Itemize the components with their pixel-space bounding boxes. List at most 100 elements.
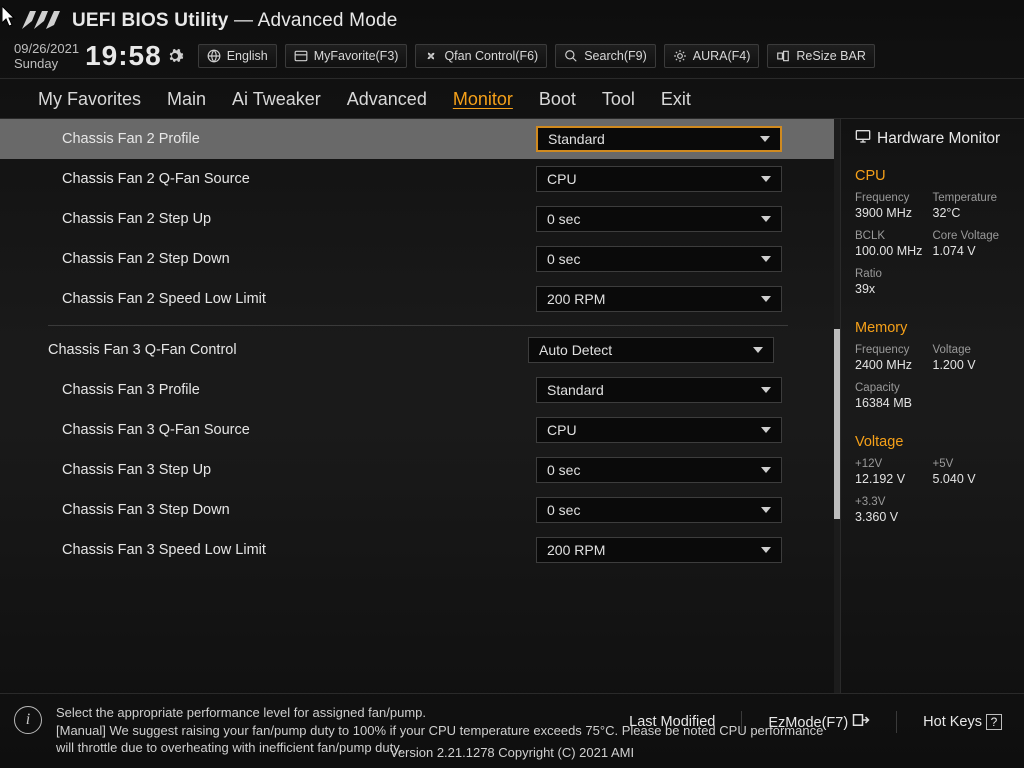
- resizebar-button[interactable]: ReSize BAR: [767, 44, 874, 68]
- tab-my-favorites[interactable]: My Favorites: [38, 89, 141, 110]
- chevron-down-icon: [761, 427, 771, 433]
- tab-advanced[interactable]: Advanced: [347, 89, 427, 110]
- hwmon-value: 32°C: [933, 206, 1011, 220]
- tab-boot[interactable]: Boot: [539, 89, 576, 110]
- divider: [48, 325, 788, 326]
- main-tabbar: My Favorites Main Ai Tweaker Advanced Monito…: [0, 79, 1024, 119]
- hwmon-key: Frequency: [855, 344, 933, 356]
- dropdown-value: 200 RPM: [547, 542, 605, 558]
- hwmon-key: Capacity: [855, 382, 933, 394]
- hwmon-value: 2400 MHz: [855, 358, 933, 372]
- fan-icon: [424, 49, 438, 63]
- hwmon-cell: BCLK 100.00 MHz: [855, 230, 933, 258]
- setting-dropdown[interactable]: Standard: [536, 126, 782, 152]
- chevron-down-icon: [761, 547, 771, 553]
- setting-row[interactable]: Chassis Fan 2 ProfileStandard: [0, 119, 840, 159]
- hwmon-cell: Frequency 2400 MHz: [855, 344, 933, 372]
- setting-label: Chassis Fan 2 Q-Fan Source: [56, 171, 536, 187]
- dropdown-value: 0 sec: [547, 211, 580, 227]
- setting-label: Chassis Fan 3 Q-Fan Control: [48, 342, 528, 358]
- chevron-down-icon: [761, 216, 771, 222]
- hwmon-cell: Temperature32°C: [933, 192, 1011, 220]
- hwmon-cell: +3.3V3.360 V: [855, 496, 933, 524]
- scrollbar-track[interactable]: [834, 119, 840, 693]
- setting-row[interactable]: Chassis Fan 3 Step Down 0 sec: [0, 490, 840, 530]
- hwmon-value: 3900 MHz: [855, 206, 933, 220]
- globe-icon: [207, 49, 221, 63]
- setting-dropdown[interactable]: 200 RPM: [536, 537, 782, 563]
- dropdown-value: Standard: [547, 382, 604, 398]
- date-display: 09/26/2021 Sunday: [14, 41, 79, 71]
- hwmon-key: +3.3V: [855, 496, 933, 508]
- hwmon-key: BCLK: [855, 230, 933, 242]
- hwmon-key: Core Voltage: [933, 230, 1011, 242]
- hotkeys-button[interactable]: Hot Keys?: [923, 714, 1002, 730]
- setting-dropdown[interactable]: 0 sec: [536, 206, 782, 232]
- separator: [896, 711, 897, 733]
- setting-row[interactable]: Chassis Fan 2 Step Up0 sec: [0, 199, 840, 239]
- tab-monitor[interactable]: Monitor: [453, 89, 513, 110]
- setting-dropdown[interactable]: CPU: [536, 417, 782, 443]
- aura-button[interactable]: AURA(F4): [664, 44, 760, 68]
- copyright-text: Version 2.21.1278 Copyright (C) 2021 AMI: [0, 741, 1024, 768]
- info-bar: 09/26/2021 Sunday 19:58 English MyFavori…: [0, 38, 1024, 79]
- last-modified-button[interactable]: Last Modified: [629, 714, 715, 730]
- hwmon-value: 39x: [855, 282, 933, 296]
- scrollbar-thumb[interactable]: [834, 329, 840, 519]
- hwmon-section-voltage: Voltage: [855, 434, 1010, 450]
- setting-dropdown[interactable]: 0 sec: [536, 497, 782, 523]
- dropdown-value: 0 sec: [547, 462, 580, 478]
- hwmon-key: +12V: [855, 458, 933, 470]
- hwmon-value: 1.074 V: [933, 244, 1011, 258]
- hwmon-cell: +12V12.192 V: [855, 458, 933, 486]
- separator: [741, 711, 742, 733]
- hwmon-section-memory: Memory: [855, 320, 1010, 336]
- setting-dropdown[interactable]: 200 RPM: [536, 286, 782, 312]
- setting-dropdown[interactable]: Auto Detect: [528, 337, 774, 363]
- setting-row[interactable]: Chassis Fan 2 Speed Low Limit200 RPM: [0, 279, 840, 319]
- hwmon-key: Voltage: [933, 344, 1011, 356]
- setting-label: Chassis Fan 3 Step Down: [56, 502, 536, 518]
- setting-dropdown[interactable]: Standard: [536, 377, 782, 403]
- hwmon-value: 100.00 MHz: [855, 244, 933, 258]
- setting-row[interactable]: Chassis Fan 3 Q-Fan SourceCPU: [0, 410, 840, 450]
- myfavorite-button[interactable]: MyFavorite(F3): [285, 44, 408, 68]
- title-bar: UEFI BIOS Utility — Advanced Mode: [0, 0, 1024, 38]
- settings-panel: Chassis Fan 2 ProfileStandardChassis Fan…: [0, 119, 840, 693]
- chevron-down-icon: [761, 176, 771, 182]
- setting-row[interactable]: Chassis Fan 2 Q-Fan SourceCPU: [0, 159, 840, 199]
- hwmon-cell: Frequency 3900 MHz: [855, 192, 933, 220]
- clock-display[interactable]: 19:58: [85, 40, 184, 72]
- setting-label: Chassis Fan 3 Q-Fan Source: [56, 422, 536, 438]
- setting-row[interactable]: Chassis Fan 2 Step Down0 sec: [0, 239, 840, 279]
- tab-tool[interactable]: Tool: [602, 89, 635, 110]
- hwmon-key: Frequency: [855, 192, 933, 204]
- setting-row[interactable]: Chassis Fan 3 Speed Low Limit200 RPM: [0, 530, 840, 570]
- setting-row[interactable]: Chassis Fan 3 Step Up0 sec: [0, 450, 840, 490]
- search-button[interactable]: Search(F9): [555, 44, 656, 68]
- setting-row[interactable]: Chassis Fan 3 Q-Fan ControlAuto Detect: [0, 330, 840, 370]
- hwmon-cell: Ratio 39x: [855, 268, 933, 296]
- dropdown-value: Standard: [548, 131, 605, 147]
- setting-label: Chassis Fan 2 Speed Low Limit: [56, 291, 536, 307]
- tab-ai-tweaker[interactable]: Ai Tweaker: [232, 89, 321, 110]
- qfan-button[interactable]: Qfan Control(F6): [415, 44, 547, 68]
- tab-exit[interactable]: Exit: [661, 89, 691, 110]
- ezmode-button[interactable]: EzMode(F7): [768, 713, 870, 731]
- chevron-down-icon: [753, 347, 763, 353]
- chevron-down-icon: [760, 136, 770, 142]
- setting-dropdown[interactable]: 0 sec: [536, 457, 782, 483]
- hwmon-cell: Voltage1.200 V: [933, 344, 1011, 372]
- setting-row[interactable]: Chassis Fan 3 Profile Standard: [0, 370, 840, 410]
- hwmon-cell: Core Voltage 1.074 V: [933, 230, 1011, 258]
- hwmon-key: Ratio: [855, 268, 933, 280]
- dropdown-value: 0 sec: [547, 502, 580, 518]
- monitor-icon: [855, 129, 871, 148]
- tab-main[interactable]: Main: [167, 89, 206, 110]
- card-icon: [294, 49, 308, 63]
- setting-label: Chassis Fan 3 Profile: [56, 382, 536, 398]
- setting-dropdown[interactable]: 0 sec: [536, 246, 782, 272]
- language-button[interactable]: English: [198, 44, 277, 68]
- brand-logo-icon: [16, 8, 60, 34]
- setting-dropdown[interactable]: CPU: [536, 166, 782, 192]
